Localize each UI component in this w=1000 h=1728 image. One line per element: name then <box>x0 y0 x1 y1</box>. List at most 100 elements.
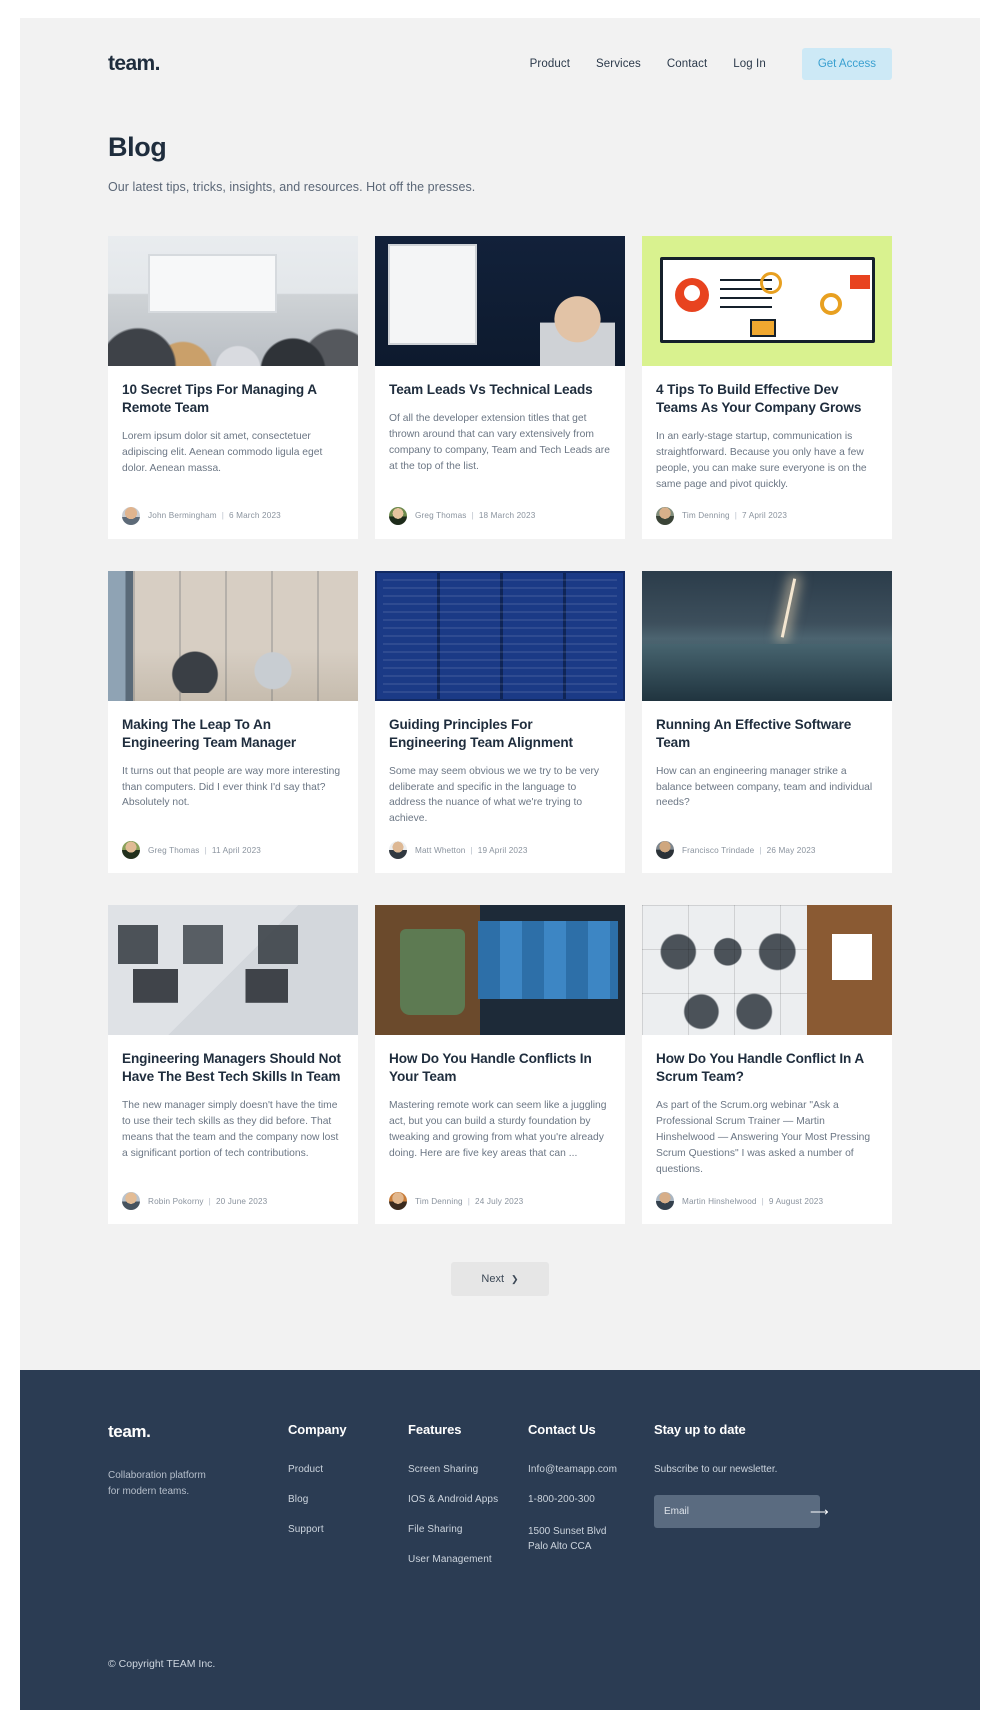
address-line-1: 1500 Sunset Blvd <box>528 1526 607 1538</box>
blog-card[interactable]: How Do You Handle Conflicts In Your Team… <box>375 905 625 1225</box>
blog-card[interactable]: Guiding Principles For Engineering Team … <box>375 570 625 874</box>
post-byline: Matt Whetton | 19 April 2023 <box>375 827 625 873</box>
post-thumbnail[interactable] <box>642 570 892 701</box>
post-excerpt: Of all the developer extension titles th… <box>389 412 610 472</box>
brand-logo[interactable]: team. <box>108 52 160 76</box>
flag-icon <box>849 275 870 289</box>
post-author: Robin Pokorny <box>148 1196 204 1206</box>
blog-card[interactable]: How Do You Handle Conflict In A Scrum Te… <box>642 905 892 1225</box>
blog-card[interactable]: Making The Leap To An Engineering Team M… <box>108 570 358 874</box>
post-title[interactable]: Engineering Managers Should Not Have The… <box>122 1050 344 1086</box>
footer-contact-email[interactable]: Info@teamapp.com <box>528 1464 654 1475</box>
post-author: Greg Thomas <box>148 845 200 855</box>
nav-item-login[interactable]: Log In <box>733 58 766 70</box>
footer-link-support[interactable]: Support <box>288 1524 408 1535</box>
byline-text: Martin Hinshelwood | 9 August 2023 <box>682 1197 823 1206</box>
newsletter-form: ⟶ <box>654 1495 829 1529</box>
post-title[interactable]: How Do You Handle Conflict In A Scrum Te… <box>656 1050 878 1086</box>
blog-card[interactable]: 4 Tips To Build Effective Dev Teams As Y… <box>642 236 892 539</box>
page-title: Blog <box>108 132 167 162</box>
post-thumbnail[interactable] <box>375 570 625 701</box>
footer-link-screen-sharing[interactable]: Screen Sharing <box>408 1464 528 1475</box>
byline-text: Tim Denning | 7 April 2023 <box>682 511 787 520</box>
post-title[interactable]: Running An Effective Software Team <box>656 716 878 752</box>
avatar <box>389 841 407 860</box>
post-author: Francisco Trindade <box>682 845 755 855</box>
post-author: Greg Thomas <box>415 511 467 521</box>
byline-separator: | <box>204 845 207 855</box>
address-line-2: Palo Alto CCA <box>528 1541 592 1553</box>
post-byline: Greg Thomas | 18 March 2023 <box>375 493 625 539</box>
blog-card[interactable]: Engineering Managers Should Not Have The… <box>108 905 358 1225</box>
email-input[interactable] <box>654 1506 806 1518</box>
byline-separator: | <box>761 1196 764 1206</box>
avatar <box>122 1192 140 1211</box>
nav-item-contact[interactable]: Contact <box>667 58 707 70</box>
post-body: Running An Effective Software Team How c… <box>642 701 892 828</box>
footer-link-blog[interactable]: Blog <box>288 1494 408 1505</box>
footer-heading-company: Company <box>288 1422 347 1438</box>
post-byline: Martin Hinshelwood | 9 August 2023 <box>642 1178 892 1224</box>
site-frame: team. Product Services Contact Log In Ge… <box>20 18 980 1711</box>
blog-card[interactable]: 10 Secret Tips For Managing A Remote Tea… <box>108 236 358 539</box>
copyright-text: © Copyright TEAM Inc. <box>108 1658 216 1671</box>
post-author: Tim Denning <box>415 1196 463 1206</box>
avatar <box>122 841 140 860</box>
post-thumbnail[interactable] <box>375 236 625 366</box>
post-title[interactable]: 10 Secret Tips For Managing A Remote Tea… <box>122 381 344 417</box>
nav-item-product[interactable]: Product <box>530 58 570 70</box>
post-body: How Do You Handle Conflict In A Scrum Te… <box>642 1035 892 1178</box>
post-byline: Greg Thomas | 11 April 2023 <box>108 827 358 873</box>
main-navigation: Product Services Contact Log In Get Acce… <box>530 48 892 80</box>
avatar <box>389 506 407 525</box>
post-title[interactable]: Guiding Principles For Engineering Team … <box>389 716 611 752</box>
post-title[interactable]: Making The Leap To An Engineering Team M… <box>122 716 344 752</box>
meeting-room-photo <box>108 236 358 366</box>
post-thumbnail[interactable] <box>642 905 892 1036</box>
avatar <box>389 1192 407 1211</box>
next-page-button[interactable]: Next ❯ <box>451 1262 549 1297</box>
footer-link-product[interactable]: Product <box>288 1464 408 1475</box>
post-excerpt: As part of the Scrum.org webinar "Ask a … <box>656 1100 871 1176</box>
post-body: Guiding Principles For Engineering Team … <box>375 701 625 828</box>
post-body: Making The Leap To An Engineering Team M… <box>108 701 358 828</box>
post-thumbnail[interactable] <box>375 905 625 1036</box>
next-label: Next <box>481 1273 505 1286</box>
page-intro: Blog Our latest tips, tricks, insights, … <box>20 110 980 194</box>
byline-separator: | <box>467 1196 471 1206</box>
blog-card[interactable]: Running An Effective Software Team How c… <box>642 570 892 874</box>
byline-text: Tim Denning | 24 July 2023 <box>415 1197 523 1206</box>
post-date: 6 March 2023 <box>228 511 281 521</box>
footer-link-user-management[interactable]: User Management <box>408 1554 528 1565</box>
post-byline: Francisco Trindade | 26 May 2023 <box>642 827 892 873</box>
post-title[interactable]: 4 Tips To Build Effective Dev Teams As Y… <box>656 381 878 417</box>
footer-logo[interactable]: team. <box>108 1422 288 1442</box>
post-thumbnail[interactable] <box>108 570 358 701</box>
office-lounge-photo <box>108 570 358 701</box>
byline-separator: | <box>734 511 738 521</box>
post-date: 9 August 2023 <box>768 1196 824 1206</box>
footer-brand-column: team. Collaboration platform for modern … <box>108 1422 288 1584</box>
get-access-button[interactable]: Get Access <box>801 48 892 80</box>
post-excerpt: Lorem ipsum dolor sit amet, consectetuer… <box>122 430 323 474</box>
footer-contact-phone[interactable]: 1-800-200-300 <box>528 1494 654 1505</box>
post-date: 18 March 2023 <box>478 511 536 521</box>
post-thumbnail[interactable] <box>642 236 892 366</box>
post-title[interactable]: How Do You Handle Conflicts In Your Team <box>389 1050 611 1086</box>
person-avatar-icon <box>674 277 709 312</box>
footer-columns: team. Collaboration platform for modern … <box>108 1422 892 1584</box>
org-node-icon <box>759 272 782 295</box>
post-title[interactable]: Team Leads Vs Technical Leads <box>389 381 611 399</box>
post-thumbnail[interactable] <box>108 236 358 366</box>
arrow-right-icon[interactable]: ⟶ <box>806 1505 840 1518</box>
avatar <box>122 506 140 525</box>
footer-link-ios-android-apps[interactable]: IOS & Android Apps <box>408 1494 528 1505</box>
post-thumbnail[interactable] <box>108 905 358 1036</box>
post-body: How Do You Handle Conflicts In Your Team… <box>375 1035 625 1178</box>
nav-item-services[interactable]: Services <box>596 58 641 70</box>
site-header: team. Product Services Contact Log In Ge… <box>20 18 980 110</box>
footer-newsletter-column: Stay up to date Subscribe to our newslet… <box>654 1422 892 1584</box>
footer-link-file-sharing[interactable]: File Sharing <box>408 1524 528 1535</box>
principles-grid-graphic <box>375 570 625 701</box>
blog-card[interactable]: Team Leads Vs Technical Leads Of all the… <box>375 236 625 539</box>
